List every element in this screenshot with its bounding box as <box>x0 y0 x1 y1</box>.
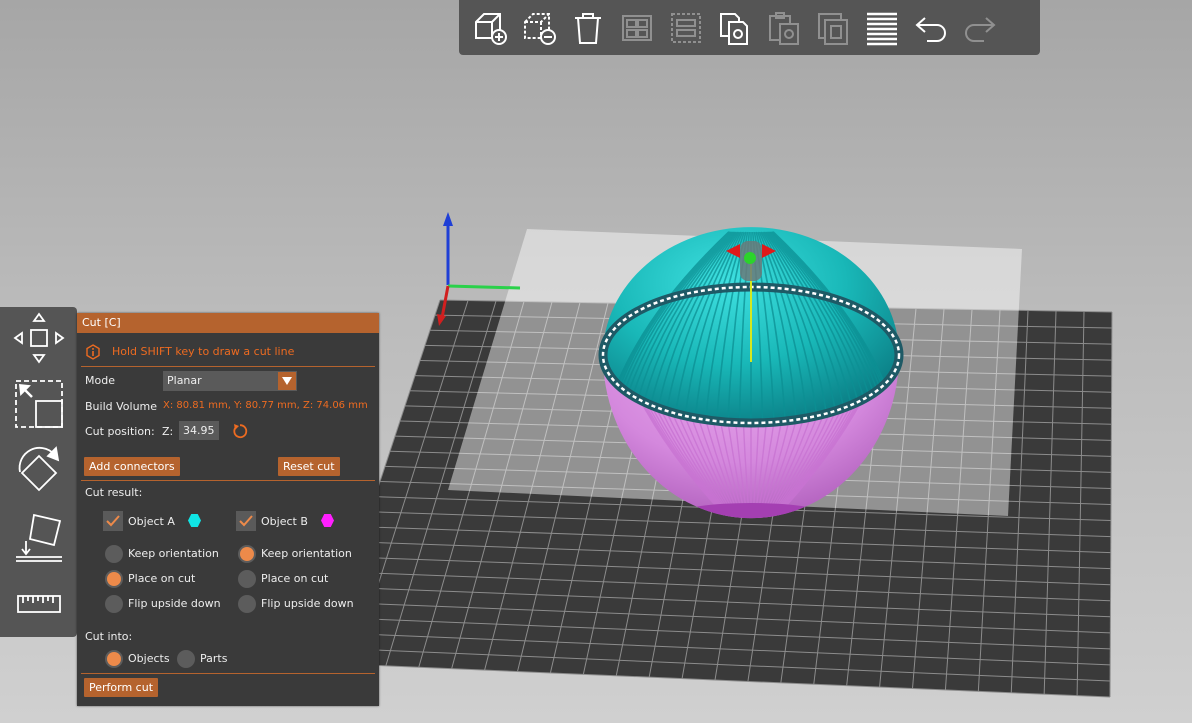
undo-button[interactable] <box>908 5 954 51</box>
radio-selected-dot <box>107 572 121 586</box>
cut-into-parts-radio[interactable] <box>177 650 195 668</box>
instances-icon <box>818 12 848 45</box>
delete-object-button[interactable] <box>516 5 562 51</box>
mode-label: Mode <box>85 374 115 387</box>
top-toolbar <box>459 0 1040 55</box>
object-a-color-icon <box>188 514 201 527</box>
arrange-button[interactable] <box>614 5 660 51</box>
mode-select-value: Planar <box>167 374 202 387</box>
object-b-option-label: Keep orientation <box>261 547 352 560</box>
divider <box>81 366 375 367</box>
build-volume-value: X: 80.81 mm, Y: 80.77 mm, Z: 74.06 mm <box>163 400 368 411</box>
object-a-flip-upside-down-radio[interactable] <box>105 595 123 613</box>
divider <box>81 673 375 674</box>
object-b-keep-orientation-radio[interactable] <box>238 545 256 563</box>
object-b-label: Object B <box>261 515 308 528</box>
object-a-label: Object A <box>128 515 175 528</box>
paste-button[interactable] <box>761 5 807 51</box>
cut-position-label: Cut position: <box>85 425 155 438</box>
measure-tool-button[interactable] <box>10 575 68 633</box>
move-tool-button[interactable] <box>10 309 68 367</box>
arrange-icon <box>622 14 652 41</box>
paste-icon <box>769 11 799 45</box>
copy-icon <box>720 12 748 45</box>
check-icon <box>239 515 253 527</box>
place-on-face-icon <box>16 513 62 562</box>
object-a-keep-orientation-radio[interactable] <box>105 545 123 563</box>
reset-cut-button[interactable]: Reset cut <box>278 457 340 476</box>
cut-into-objects-label: Objects <box>128 652 170 665</box>
scale-icon <box>15 380 63 428</box>
cut-into-objects-radio[interactable] <box>105 650 123 668</box>
check-icon <box>106 515 120 527</box>
object-a-option-label: Flip upside down <box>128 597 221 610</box>
object-a-option-label: Keep orientation <box>128 547 219 560</box>
add-object-icon <box>475 12 507 45</box>
radio-selected-dot <box>107 652 121 666</box>
gizmo-toolbar <box>0 307 77 637</box>
add-connectors-button[interactable]: Add connectors <box>84 457 180 476</box>
cut-z-input[interactable]: 34.95 <box>179 421 219 440</box>
rotate-icon <box>18 446 60 492</box>
delete-object-icon <box>524 12 556 45</box>
object-b-option-label: Place on cut <box>261 572 329 585</box>
divider <box>81 480 375 481</box>
object-a-option-label: Place on cut <box>128 572 196 585</box>
delete-all-button[interactable] <box>565 5 611 51</box>
cut-into-parts-label: Parts <box>200 652 228 665</box>
arrange-selection-icon <box>671 12 701 43</box>
chevron-down-icon <box>278 372 296 390</box>
redo-icon <box>965 16 996 42</box>
layers-editing-button[interactable] <box>859 5 905 51</box>
cut-into-label: Cut into: <box>85 630 133 643</box>
cut-hint-text: Hold SHIFT key to draw a cut line <box>112 345 295 358</box>
reset-position-icon[interactable] <box>232 423 248 439</box>
rotate-tool-button[interactable] <box>10 440 68 498</box>
object-b-place-on-cut-radio[interactable] <box>238 570 256 588</box>
info-icon <box>86 344 100 360</box>
measure-icon <box>17 595 61 613</box>
undo-icon <box>915 16 946 42</box>
arrange-selection-button[interactable] <box>663 5 709 51</box>
scale-tool-button[interactable] <box>10 375 68 433</box>
mode-select[interactable]: Planar <box>163 371 297 391</box>
object-a-checkbox[interactable] <box>103 511 123 531</box>
add-object-button[interactable] <box>467 5 513 51</box>
cut-result-label: Cut result: <box>85 486 143 499</box>
radio-selected-dot <box>240 547 254 561</box>
copy-button[interactable] <box>712 5 758 51</box>
object-b-option-label: Flip upside down <box>261 597 354 610</box>
object-a-place-on-cut-radio[interactable] <box>105 570 123 588</box>
object-b-checkbox[interactable] <box>236 511 256 531</box>
cut-gizmo-panel: Cut [C] Hold SHIFT key to draw a cut lin… <box>77 313 379 706</box>
instances-button[interactable] <box>810 5 856 51</box>
layers-editing-icon <box>867 12 897 45</box>
move-icon <box>13 312 65 364</box>
object-b-color-icon <box>321 514 334 527</box>
build-volume-label: Build Volume <box>85 400 158 413</box>
panel-title: Cut [C] <box>77 313 379 333</box>
delete-all-icon <box>575 12 601 44</box>
object-b-flip-upside-down-radio[interactable] <box>238 595 256 613</box>
z-label: Z: <box>162 425 174 438</box>
perform-cut-button[interactable]: Perform cut <box>84 678 159 697</box>
redo-button[interactable] <box>957 5 1003 51</box>
place-on-face-tool-button[interactable] <box>10 507 68 565</box>
